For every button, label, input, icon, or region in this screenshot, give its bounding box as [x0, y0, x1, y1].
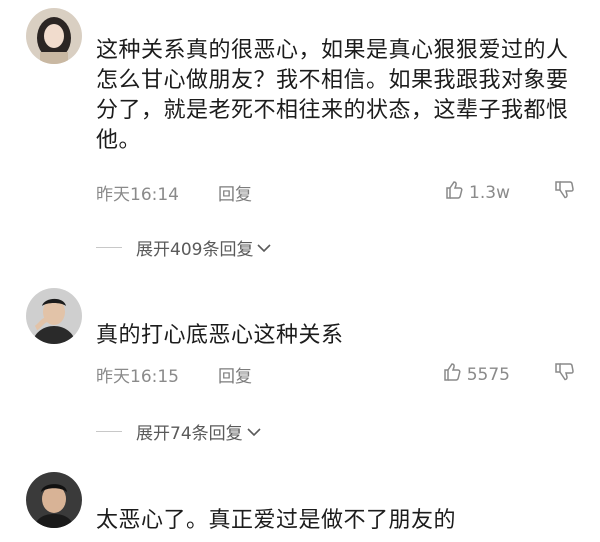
reply-button[interactable]: 回复 [218, 362, 252, 387]
reply-button[interactable]: 回复 [218, 180, 252, 205]
expand-replies-label: 展开409条回复 [136, 240, 254, 260]
thumbs-down-icon [554, 181, 576, 205]
dislike-button[interactable] [554, 178, 576, 205]
expand-replies-button[interactable]: 展开409条回复 [96, 235, 272, 260]
dislike-button[interactable] [554, 360, 576, 387]
comment-meta: 昨天16:14 回复 1.3w [96, 180, 586, 208]
divider [96, 247, 122, 248]
comment-text: 太恶心了。真正爱过是做不了朋友的 [96, 508, 457, 533]
like-count: 1.3w [469, 182, 510, 203]
expand-replies-label: 展开74条回复 [136, 424, 243, 444]
comment-text: 这种关系真的很恶心，如果是真心狠狠爱过的人怎么甘心做朋友？我不相信。如果我跟我对… [96, 38, 569, 153]
like-button[interactable]: 5575 [443, 362, 510, 387]
avatar[interactable] [26, 8, 82, 64]
divider [96, 431, 122, 432]
thumbs-up-icon [443, 362, 463, 387]
thumbs-down-icon [554, 363, 576, 387]
thumbs-up-icon [445, 180, 465, 205]
like-count: 5575 [466, 364, 510, 385]
avatar[interactable] [26, 288, 82, 344]
comment-time: 昨天16:15 [96, 367, 179, 387]
chevron-down-icon [257, 238, 272, 258]
avatar[interactable] [26, 472, 82, 528]
comment-time: 昨天16:14 [96, 185, 179, 205]
comment-text: 真的打心底恶心这种关系 [96, 323, 344, 348]
comment-meta: 昨天16:15 回复 5575 [96, 362, 586, 390]
like-button[interactable]: 1.3w [445, 180, 510, 205]
chevron-down-icon [247, 422, 261, 442]
expand-replies-button[interactable]: 展开74条回复 [96, 419, 261, 444]
